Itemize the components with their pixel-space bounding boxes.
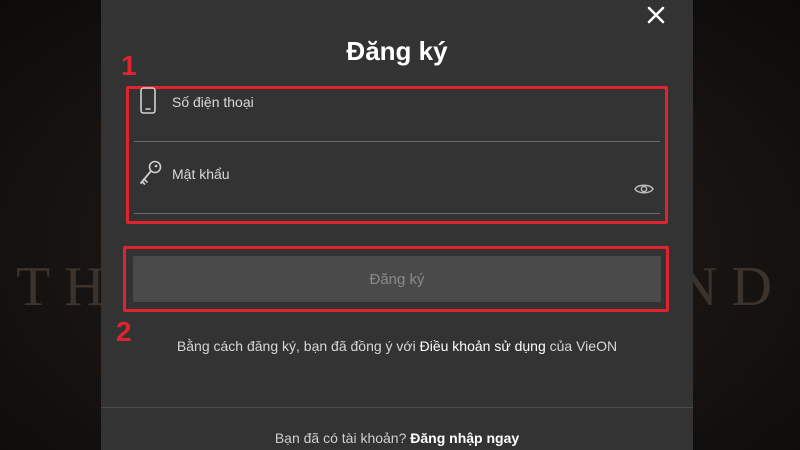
phone-field[interactable]: Số điện thoại <box>134 72 660 142</box>
terms-text: Bằng cách đăng ký, bạn đã đồng ý với Điề… <box>101 338 693 354</box>
register-submit-button[interactable]: Đăng ký <box>133 256 661 302</box>
eye-icon[interactable] <box>634 182 654 201</box>
close-button[interactable] <box>643 2 669 28</box>
terms-prefix: Bằng cách đăng ký, bạn đã đồng ý với <box>176 338 420 354</box>
terms-link[interactable]: Điều khoản sử dụng <box>420 338 546 354</box>
password-field-placeholder: Mật khẩu <box>172 166 230 182</box>
phone-field-placeholder: Số điện thoại <box>172 94 254 110</box>
login-link[interactable]: Đăng nhập ngay <box>410 430 519 446</box>
terms-suffix: của VieON <box>545 338 618 354</box>
phone-field-underline <box>134 141 660 142</box>
phone-icon <box>138 86 158 121</box>
key-icon <box>138 158 164 193</box>
background-title-right: ND <box>677 256 786 318</box>
modal-divider <box>101 407 693 408</box>
register-modal <box>101 0 693 450</box>
modal-title: Đăng ký <box>346 36 448 66</box>
password-field-underline <box>134 213 660 214</box>
login-prompt-row: Bạn đã có tài khoản? Đăng nhập ngay <box>101 430 693 446</box>
login-prompt: Bạn đã có tài khoản? <box>274 430 411 446</box>
close-icon <box>647 6 665 24</box>
password-field[interactable]: Mật khẩu <box>134 144 660 214</box>
